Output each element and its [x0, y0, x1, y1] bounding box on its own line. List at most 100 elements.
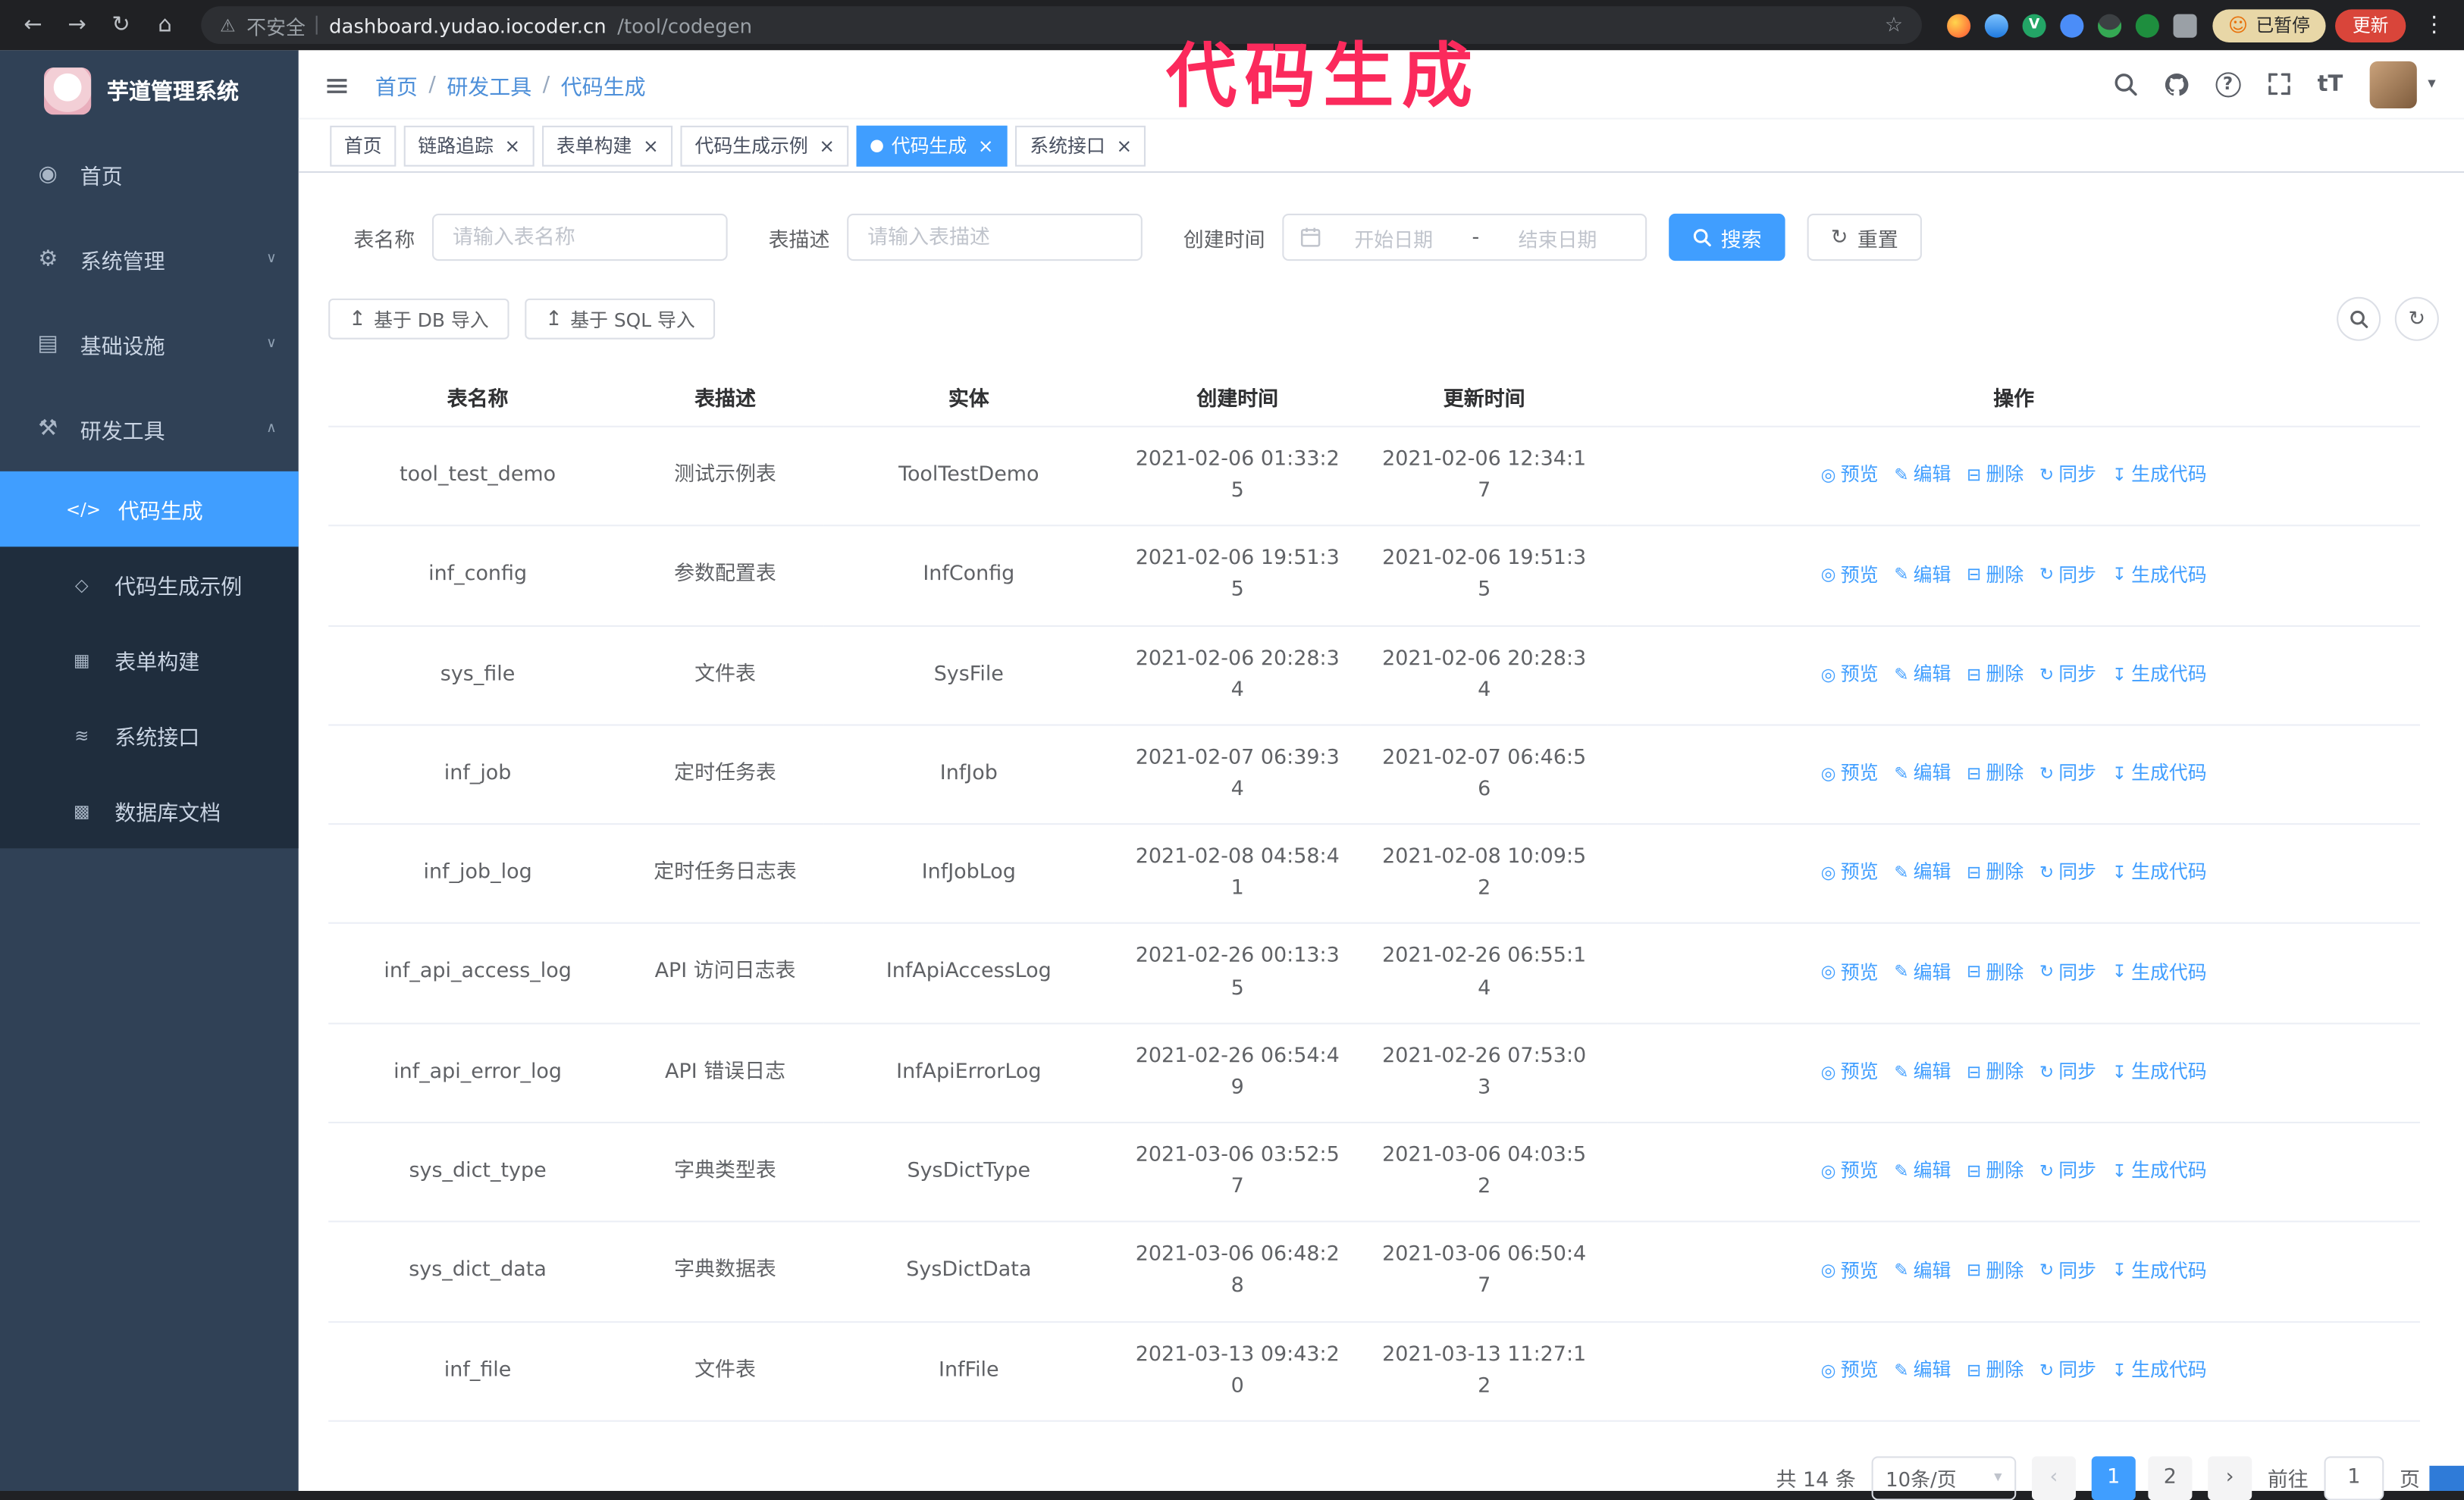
prev-page-button[interactable]: ‹ — [2031, 1456, 2076, 1500]
chevron-down-icon[interactable]: ▾ — [2428, 75, 2435, 92]
action-preview[interactable]: ◎ 预览 — [1821, 659, 1879, 689]
action-edit[interactable]: ✎ 编辑 — [1894, 1057, 1951, 1087]
table-name-input[interactable] — [432, 213, 728, 261]
action-preview[interactable]: ◎ 预览 — [1821, 759, 1879, 788]
next-page-button[interactable]: › — [2208, 1456, 2252, 1500]
action-delete[interactable]: ⊟ 删除 — [1967, 659, 2024, 689]
action-delete[interactable]: ⊟ 删除 — [1967, 560, 2024, 590]
home-icon[interactable]: ⌂ — [148, 13, 183, 38]
help-icon[interactable]: ? — [2215, 71, 2241, 97]
refresh-table-button[interactable]: ↻ — [2394, 296, 2439, 341]
action-generate-code[interactable]: ↧ 生成代码 — [2112, 1256, 2207, 1285]
goto-page-input[interactable] — [2324, 1456, 2384, 1500]
action-sync[interactable]: ↻ 同步 — [2039, 1256, 2096, 1285]
import-db-button[interactable]: ↥ 基于 DB 导入 — [328, 298, 509, 340]
action-generate-code[interactable]: ↧ 生成代码 — [2112, 461, 2207, 490]
action-delete[interactable]: ⊟ 删除 — [1967, 1256, 2024, 1285]
action-generate-code[interactable]: ↧ 生成代码 — [2112, 1057, 2207, 1087]
font-size-icon[interactable]: tT — [2318, 71, 2343, 96]
extension-icon[interactable] — [2098, 13, 2122, 37]
breadcrumb-item[interactable]: 首页 — [375, 68, 418, 99]
page-button-1[interactable]: 1 — [2091, 1456, 2136, 1500]
tab-codegen[interactable]: 代码生成 × — [857, 124, 1008, 166]
security-label[interactable]: 不安全 — [246, 10, 306, 39]
back-icon[interactable]: ← — [16, 13, 51, 38]
action-preview[interactable]: ◎ 预览 — [1821, 1355, 1879, 1385]
sidebar-item-database-doc[interactable]: ▩ 数据库文档 — [0, 773, 299, 848]
tab-trace[interactable]: 链路追踪 × — [403, 124, 534, 166]
sidebar-item-code[interactable]: </> 代码生成 — [0, 471, 299, 547]
v-extension-icon[interactable]: V — [2022, 13, 2046, 37]
action-sync[interactable]: ↻ 同步 — [2039, 958, 2096, 988]
action-delete[interactable]: ⊟ 删除 — [1967, 1157, 2024, 1186]
firefox-extension-icon[interactable] — [1947, 13, 1971, 37]
import-sql-button[interactable]: ↥ 基于 SQL 导入 — [525, 298, 716, 340]
action-delete[interactable]: ⊟ 删除 — [1967, 461, 2024, 490]
action-delete[interactable]: ⊟ 删除 — [1967, 958, 2024, 988]
close-icon[interactable]: × — [1116, 134, 1132, 156]
action-edit[interactable]: ✎ 编辑 — [1894, 1355, 1951, 1385]
search-button[interactable]: 搜索 — [1669, 213, 1785, 261]
sidebar-item-example[interactable]: ◇ 代码生成示例 — [0, 546, 299, 622]
action-sync[interactable]: ↻ 同步 — [2039, 560, 2096, 590]
search-icon[interactable] — [2113, 72, 2137, 96]
people-extension-icon[interactable] — [2060, 13, 2084, 37]
close-icon[interactable]: × — [819, 134, 835, 156]
end-date-placeholder[interactable]: 结束日期 — [1486, 222, 1630, 252]
floating-widget[interactable] — [2429, 1465, 2464, 1491]
sidebar-item-tools[interactable]: ⚒ 研发工具 ∧ — [0, 387, 299, 471]
close-icon[interactable]: × — [978, 134, 994, 156]
action-sync[interactable]: ↻ 同步 — [2039, 1157, 2096, 1186]
reload-icon[interactable]: ↻ — [104, 13, 139, 38]
breadcrumb-item[interactable]: 研发工具 — [447, 68, 531, 99]
tab-form-build[interactable]: 表单构建 × — [542, 124, 673, 166]
sidebar-item-gear[interactable]: ⚙ 系统管理 ∨ — [0, 217, 299, 302]
drop-extension-icon[interactable] — [1984, 13, 2008, 37]
action-sync[interactable]: ↻ 同步 — [2039, 659, 2096, 689]
action-generate-code[interactable]: ↧ 生成代码 — [2112, 659, 2207, 689]
action-preview[interactable]: ◎ 预览 — [1821, 1256, 1879, 1285]
action-generate-code[interactable]: ↧ 生成代码 — [2112, 759, 2207, 788]
toggle-search-button[interactable] — [2337, 296, 2381, 341]
create-time-range-picker[interactable]: 开始日期 - 结束日期 — [1282, 213, 1647, 261]
forward-icon[interactable]: → — [60, 13, 95, 38]
close-icon[interactable]: × — [504, 134, 520, 156]
action-sync[interactable]: ↻ 同步 — [2039, 859, 2096, 888]
action-edit[interactable]: ✎ 编辑 — [1894, 560, 1951, 590]
action-edit[interactable]: ✎ 编辑 — [1894, 461, 1951, 490]
action-preview[interactable]: ◎ 预览 — [1821, 560, 1879, 590]
action-generate-code[interactable]: ↧ 生成代码 — [2112, 560, 2207, 590]
action-sync[interactable]: ↻ 同步 — [2039, 759, 2096, 788]
browser-menu-kebab-icon[interactable]: ⋮ — [2423, 13, 2445, 38]
bookmark-star-icon[interactable]: ☆ — [1885, 14, 1903, 37]
sidebar-item-infrastructure[interactable]: ▤ 基础设施 ∨ — [0, 302, 299, 387]
action-generate-code[interactable]: ↧ 生成代码 — [2112, 1355, 2207, 1385]
action-generate-code[interactable]: ↧ 生成代码 — [2112, 859, 2207, 888]
sidebar-item-dashboard[interactable]: ◉ 首页 — [0, 132, 299, 217]
page-size-select[interactable]: 10条/页 ▾ — [1871, 1456, 2017, 1500]
action-delete[interactable]: ⊟ 删除 — [1967, 1057, 2024, 1087]
puzzle-extension-icon[interactable] — [2173, 13, 2197, 37]
action-edit[interactable]: ✎ 编辑 — [1894, 1256, 1951, 1285]
action-sync[interactable]: ↻ 同步 — [2039, 1355, 2096, 1385]
action-preview[interactable]: ◎ 预览 — [1821, 461, 1879, 490]
action-edit[interactable]: ✎ 编辑 — [1894, 1157, 1951, 1186]
leaf-extension-icon[interactable] — [2135, 13, 2159, 37]
update-button[interactable]: 更新 — [2335, 8, 2406, 42]
action-generate-code[interactable]: ↧ 生成代码 — [2112, 958, 2207, 988]
tab-api[interactable]: 系统接口 × — [1015, 124, 1146, 166]
action-edit[interactable]: ✎ 编辑 — [1894, 759, 1951, 788]
url-bar[interactable]: ⚠ 不安全 dashboard.yudao.iocoder.cn/tool/co… — [201, 6, 1922, 45]
action-preview[interactable]: ◎ 预览 — [1821, 958, 1879, 988]
start-date-placeholder[interactable]: 开始日期 — [1321, 222, 1466, 252]
action-generate-code[interactable]: ↧ 生成代码 — [2112, 1157, 2207, 1186]
close-icon[interactable]: × — [643, 134, 659, 156]
fullscreen-icon[interactable] — [2267, 72, 2290, 96]
action-sync[interactable]: ↻ 同步 — [2039, 461, 2096, 490]
reset-button[interactable]: ↻ 重置 — [1807, 213, 1922, 261]
action-edit[interactable]: ✎ 编辑 — [1894, 659, 1951, 689]
github-icon[interactable] — [2164, 71, 2189, 96]
logo[interactable]: 芋道管理系统 — [0, 50, 299, 132]
tab-codegen-example[interactable]: 代码生成示例 × — [680, 124, 849, 166]
action-delete[interactable]: ⊟ 删除 — [1967, 1355, 2024, 1385]
